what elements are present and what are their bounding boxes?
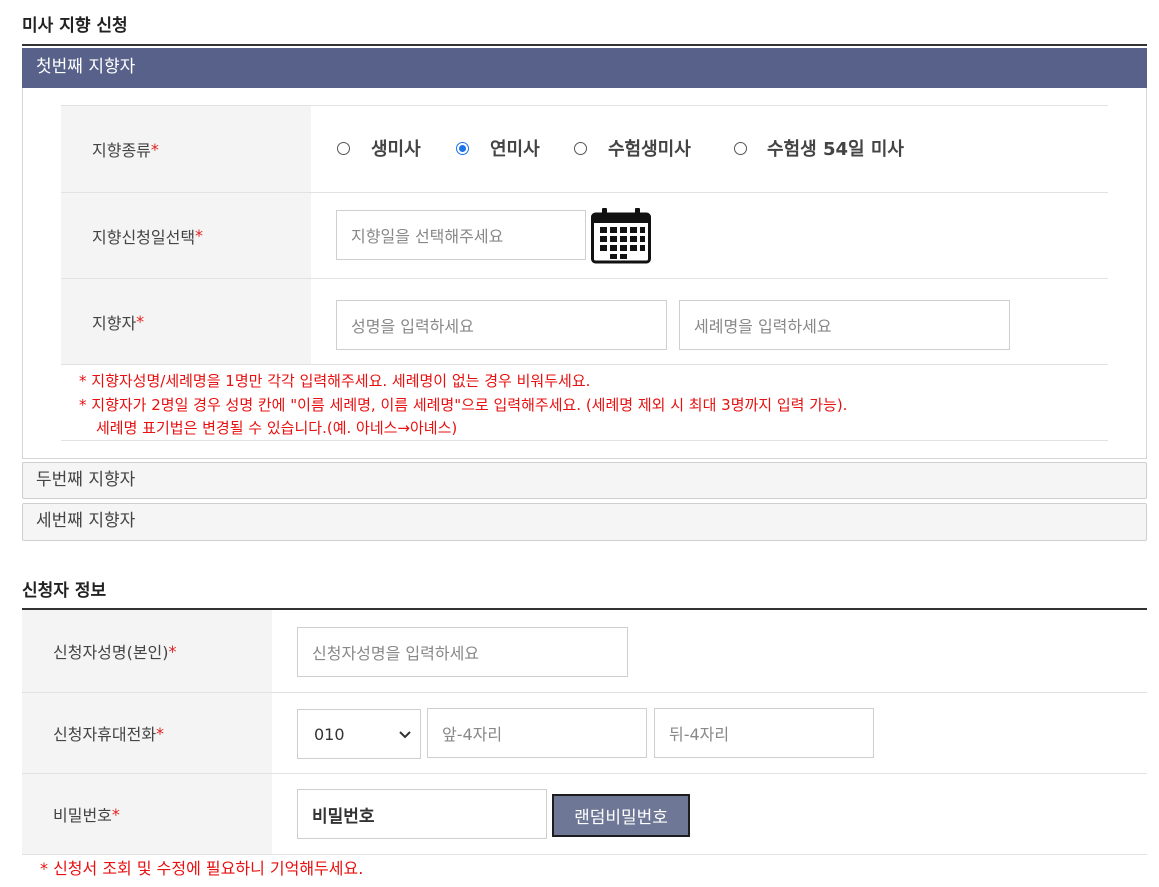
phone-prefix-value: 010 <box>314 724 345 744</box>
radio-exam-student-mass-label[interactable]: 수험생미사 <box>608 135 691 161</box>
random-password-button[interactable]: 랜덤비밀번호 <box>552 794 690 837</box>
required-mark: * <box>168 641 177 661</box>
row-divider <box>61 440 1108 441</box>
intender-name-label-cell: 지향자 * <box>61 279 311 364</box>
required-mark: * <box>136 312 145 331</box>
mass-section-title: 미사 지향 신청 <box>22 16 128 36</box>
phone-middle-input[interactable]: 앞-4자리 <box>427 708 647 758</box>
required-mark: * <box>156 723 165 743</box>
phone-last-input[interactable]: 뒤-4자리 <box>654 708 874 758</box>
applicant-name-label-cell: 신청자성명(본인) * <box>22 610 272 692</box>
intention-type-options: 생미사 연미사 수험생미사 수험생 54일 미사 <box>311 106 1108 192</box>
intender-baptismal-name-input[interactable]: 세례명을 입력하세요 <box>679 300 1010 350</box>
password-input[interactable]: 비밀번호 <box>297 789 547 839</box>
required-mark: * <box>111 804 120 824</box>
password-label-cell: 비밀번호 * <box>22 774 272 854</box>
radio-saengmisa[interactable] <box>337 142 350 155</box>
radio-exam-student-54day-mass[interactable] <box>734 142 747 155</box>
intention-date-label: 지향신청일선택 <box>92 227 196 247</box>
intention-date-label-cell: 지향신청일선택 * <box>61 193 311 278</box>
row-divider <box>22 854 1147 855</box>
calendar-icon[interactable] <box>591 207 652 264</box>
intender-note-1: * 지향자성명/세례명을 1명만 각각 입력해주세요. 세례명이 없는 경우 비… <box>79 372 591 390</box>
radio-saengmisa-label[interactable]: 생미사 <box>371 135 421 161</box>
intention-type-label: 지향종류 <box>92 141 151 160</box>
password-label: 비밀번호 <box>53 806 112 825</box>
radio-exam-student-mass[interactable] <box>574 142 587 155</box>
radio-yeonmisa-label[interactable]: 연미사 <box>490 135 540 161</box>
applicant-name-input[interactable]: 신청자성명을 입력하세요 <box>297 627 628 677</box>
accordion-second-intender-header[interactable]: 두번째 지향자 <box>22 462 1147 499</box>
intention-date-input[interactable]: 지향일을 선택해주세요 <box>336 210 586 260</box>
applicant-phone-label: 신청자휴대전화 <box>53 725 157 744</box>
phone-prefix-select[interactable]: 010 <box>297 709 421 759</box>
required-mark: * <box>150 139 159 159</box>
section-divider <box>22 44 1147 46</box>
applicant-name-label: 신청자성명(본인) <box>53 643 169 662</box>
intender-note-2: * 지향자가 2명일 경우 성명 칸에 "이름 세례명, 이름 세례명"으로 입… <box>79 396 848 414</box>
intender-note-3: 세례명 표기법은 변경될 수 있습니다.(예. 아네스→아녜스) <box>96 419 458 437</box>
applicant-section-title: 신청자 정보 <box>22 581 107 601</box>
radio-exam-student-54day-mass-label[interactable]: 수험생 54일 미사 <box>767 135 904 161</box>
password-note: * 신청서 조회 및 수정에 필요하니 기억해두세요. <box>40 859 364 878</box>
radio-yeonmisa[interactable] <box>456 142 469 155</box>
applicant-phone-label-cell: 신청자휴대전화 * <box>22 693 272 773</box>
intention-type-label-cell: 지향종류 * <box>61 106 311 192</box>
accordion-third-intender-header[interactable]: 세번째 지향자 <box>22 503 1147 541</box>
required-mark: * <box>195 226 204 245</box>
intender-name-input[interactable]: 성명을 입력하세요 <box>336 300 667 350</box>
row-divider <box>61 364 1108 365</box>
chevron-down-icon <box>398 725 412 744</box>
accordion-first-intender-header[interactable]: 첫번째 지향자 <box>22 48 1147 88</box>
intender-name-label: 지향자 <box>92 313 137 333</box>
